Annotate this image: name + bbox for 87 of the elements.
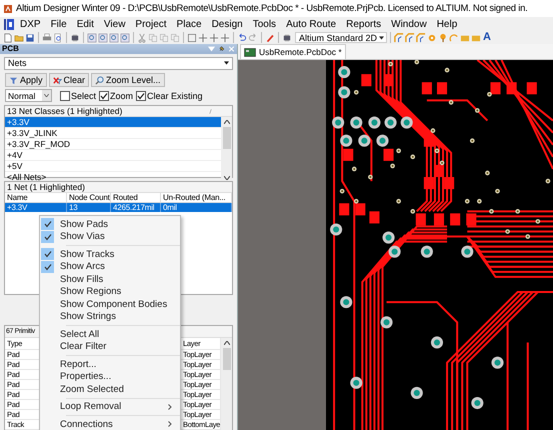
- menu-item[interactable]: Show Strings: [40, 310, 180, 323]
- component-icon[interactable]: [282, 32, 292, 42]
- table-cell: +3.3V: [5, 203, 67, 212]
- caret-icon: [379, 36, 384, 40]
- crosshair-icon[interactable]: [198, 32, 208, 42]
- menu-item[interactable]: Show Vias: [40, 230, 180, 243]
- scroll-up-icon[interactable]: [224, 120, 230, 124]
- menu-item[interactable]: Tools: [248, 18, 282, 30]
- zoom-level-button[interactable]: Zoom Level...: [91, 73, 165, 88]
- list-item[interactable]: +5V: [5, 161, 221, 172]
- menu-item[interactable]: DXP: [15, 18, 46, 30]
- route-icon[interactable]: [416, 32, 426, 42]
- sort-icon: [209, 108, 212, 114]
- table-row[interactable]: +3.3V 13 4265.217mil 0mil: [5, 203, 232, 212]
- checkbox[interactable]: Clear Existing: [136, 90, 203, 101]
- menu-item[interactable]: Place: [172, 18, 207, 30]
- document-tab[interactable]: UsbRemote.PcbDoc *: [240, 44, 346, 59]
- menu-item[interactable]: Show Tracks: [40, 248, 180, 260]
- check-icon: [100, 92, 108, 100]
- zoom-icon[interactable]: [87, 32, 97, 42]
- via-icon[interactable]: [427, 32, 437, 42]
- table-cell: 4265.217mil: [111, 203, 161, 212]
- menu-item[interactable]: Project: [130, 18, 172, 30]
- caret-icon: [44, 94, 49, 98]
- magnifier-icon: [95, 76, 104, 85]
- list-title: 13 Net Classes (1 Highlighted): [7, 106, 124, 116]
- zoom-icon[interactable]: [98, 32, 108, 42]
- menu-item[interactable]: Design: [206, 18, 248, 30]
- clear-button[interactable]: Clear: [48, 73, 90, 88]
- preview-icon[interactable]: [53, 32, 63, 42]
- menu-item[interactable]: Show Component Bodies: [40, 298, 180, 310]
- undo-icon[interactable]: [237, 32, 247, 42]
- caret-icon: [224, 61, 229, 66]
- list-item[interactable]: +3.3V_RF_MOD: [5, 139, 221, 150]
- table-cell: 0mil: [161, 203, 232, 212]
- zoom-icon[interactable]: [120, 32, 130, 42]
- scrollbar[interactable]: [221, 338, 232, 430]
- zoom-icon[interactable]: [109, 32, 119, 42]
- view-select[interactable]: Altium Standard 2D: [295, 32, 387, 43]
- checkbox[interactable]: Zoom: [99, 90, 134, 101]
- menu-item[interactable]: File: [46, 18, 72, 30]
- table-cell: 13: [67, 203, 111, 212]
- window-title: Altium Designer Winter 09 - D:\PCB\UsbRemote\UsbRemote.PcbDoc * - UsbRemote.PrjPcb. Licensed to ALTIUM. Not signed in.: [16, 3, 528, 14]
- menu-item[interactable]: Show Arcs: [40, 260, 180, 273]
- menu-item[interactable]: Show Regions: [40, 286, 180, 298]
- menu-item[interactable]: Auto Route: [281, 18, 342, 30]
- scroll-thumb[interactable]: [222, 348, 230, 370]
- menu-item[interactable]: Window: [386, 18, 432, 30]
- check-icon: [137, 92, 146, 100]
- selection-icon[interactable]: [187, 32, 197, 42]
- menu-item[interactable]: Reports: [341, 18, 386, 30]
- route-icon[interactable]: [394, 32, 404, 42]
- list-title: 1 Net (1 Highlighted): [5, 182, 232, 194]
- dxp-icon: [4, 18, 14, 30]
- scroll-down-icon[interactable]: [224, 176, 230, 180]
- dropdown-icon[interactable]: [208, 46, 215, 52]
- apply-button[interactable]: Apply: [5, 73, 47, 88]
- mode-dropdown[interactable]: Nets: [4, 56, 233, 70]
- component-icon[interactable]: [70, 32, 80, 42]
- menu-item[interactable]: Edit: [72, 18, 99, 30]
- menu-item[interactable]: Select All: [40, 328, 180, 340]
- route-icon[interactable]: [405, 32, 415, 42]
- scroll-thumb[interactable]: [222, 127, 230, 150]
- scissors-icon[interactable]: [137, 32, 147, 42]
- save-icon[interactable]: [25, 32, 35, 42]
- highlight-mode-dropdown[interactable]: Normal: [5, 89, 52, 102]
- pin-icon[interactable]: [218, 46, 225, 52]
- clear-icon: [52, 76, 62, 85]
- checkbox[interactable]: Select: [60, 90, 96, 101]
- app-logo-icon: [3, 4, 13, 14]
- place-string-button[interactable]: A: [482, 32, 492, 43]
- menu-item[interactable]: Show Fills: [40, 273, 180, 286]
- crosshair-icon[interactable]: [209, 32, 219, 42]
- panel-title: PCB: [2, 44, 20, 54]
- menu-item[interactable]: View: [98, 18, 130, 30]
- menu-item[interactable]: Show Pads: [40, 218, 180, 230]
- filter-icon: [9, 76, 18, 85]
- pad-icon[interactable]: [438, 32, 448, 42]
- printer-icon[interactable]: [42, 32, 52, 42]
- scroll-up-icon[interactable]: [224, 341, 230, 345]
- list-item[interactable]: +3.3V: [5, 117, 221, 128]
- list-item[interactable]: +3.3V_JLINK: [5, 128, 221, 140]
- crosshair-icon[interactable]: [220, 32, 230, 42]
- board-icon: [244, 48, 256, 56]
- close-icon[interactable]: [228, 46, 235, 52]
- menu-item[interactable]: Help: [432, 18, 462, 30]
- list-item[interactable]: +4V: [5, 150, 221, 162]
